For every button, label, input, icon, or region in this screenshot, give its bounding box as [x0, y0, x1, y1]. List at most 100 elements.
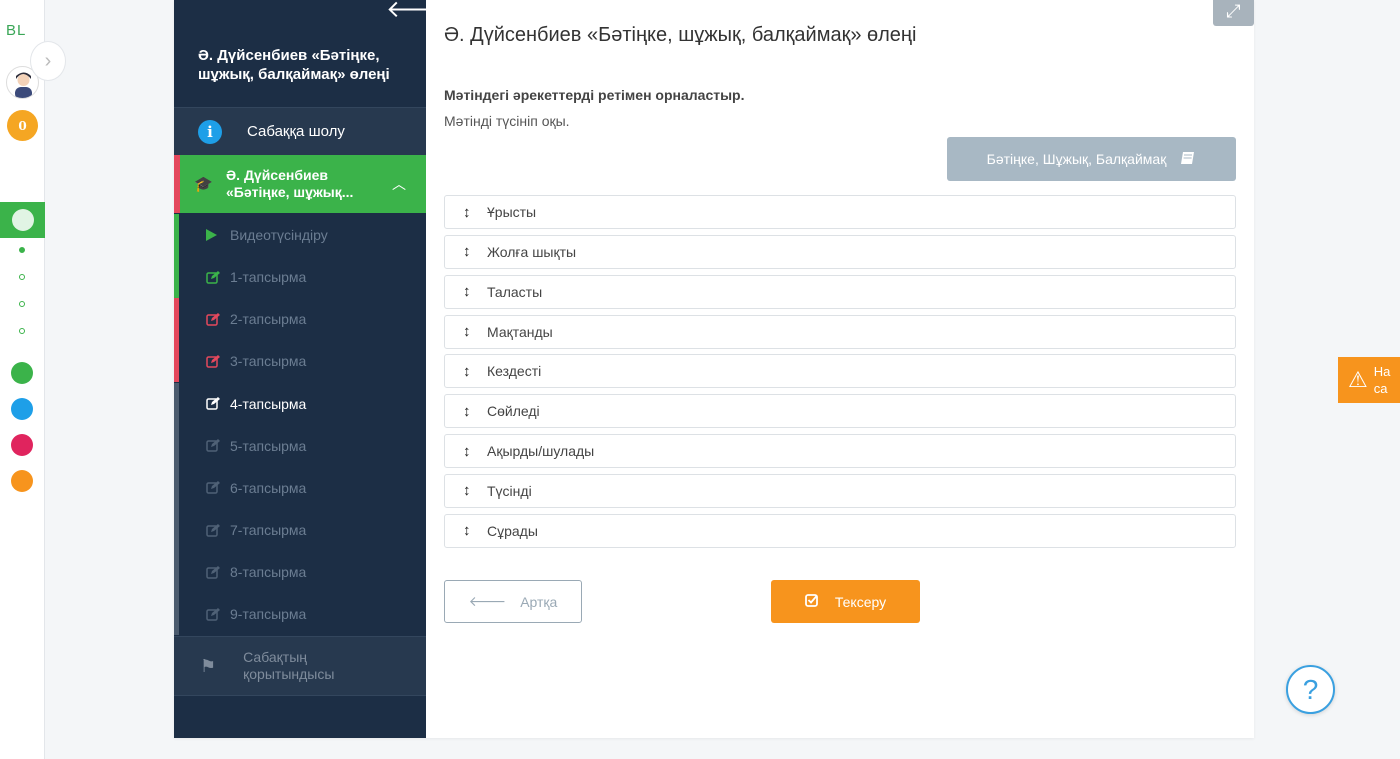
list-item[interactable]: ↕ Сұрады — [444, 513, 1236, 548]
list-item[interactable]: ↕ Ақырды/шулады — [444, 434, 1236, 469]
status-bar — [174, 382, 179, 425]
sidebar-item-label: 7-тапсырма — [230, 522, 307, 539]
sidebar-item-task[interactable]: Видеотүсіндіру — [174, 214, 426, 256]
sidebar-item-task[interactable]: 5-тапсырма — [174, 424, 426, 467]
app-twig-icon[interactable] — [11, 434, 33, 456]
report-problem-button[interactable]: ⚠ На са — [1338, 357, 1400, 403]
edit-icon — [206, 397, 222, 410]
list-item-text: Түсінді — [487, 482, 532, 499]
sortable-list: ↕ Ұрысты ↕ Жолға шықты ↕ Таласты ↕ Мақтанды ↕ Кез… — [444, 195, 1236, 554]
list-item-text: Ақырды/шулады — [487, 443, 595, 460]
sidebar-item-label: Сабаққа шолу — [247, 123, 345, 140]
graduation-cap-icon: 🎓 — [194, 176, 213, 193]
edit-icon — [206, 312, 222, 326]
status-bar — [174, 298, 179, 341]
task-instruction: Мәтіндегі әрекеттерді ретімен орналастыр… — [444, 87, 745, 103]
sidebar-item-task[interactable]: 7-тапсырма — [174, 509, 426, 552]
sidebar-item-label: 5-тапсырма — [230, 437, 307, 454]
drag-handle-icon[interactable]: ↕ — [463, 482, 477, 499]
list-item[interactable]: ↕ Мақтанды — [444, 314, 1236, 349]
page-title: Ә. Дүйсенбиев «Бәтіңке, шұжық, балқаймақ… — [444, 24, 917, 46]
status-bar — [174, 509, 179, 552]
list-item[interactable]: ↕ Жолға шықты — [444, 234, 1236, 269]
list-item[interactable]: ↕ Кездесті — [444, 354, 1236, 389]
sidebar-item-label: Видеотүсіндіру — [230, 227, 328, 243]
drag-handle-icon[interactable]: ↕ — [463, 443, 477, 460]
sidebar-item-label: 4-тапсырма — [230, 395, 307, 412]
task-sub-instruction: Мәтінді түсініп оқы. — [444, 113, 570, 129]
sidebar-item-active-lesson[interactable]: 🎓 Ә. Дүйсенбиев «Бәтіңке, шұжық... ︿ — [174, 155, 426, 213]
edit-icon — [206, 523, 222, 537]
sidebar-item-task[interactable]: 3-тапсырма — [174, 340, 426, 383]
progress-dot[interactable] — [19, 274, 25, 280]
back-button[interactable]: 🡐 Артқа — [444, 580, 582, 623]
sidebar-item-label: 6-тапсырма — [230, 479, 307, 496]
list-item-text: Сұрады — [487, 522, 538, 539]
sidebar-item-task[interactable]: 6-тапсырма — [174, 466, 426, 509]
open-text-label: Бәтіңке, Шұжық, Балқаймақ — [986, 151, 1167, 167]
edit-icon — [206, 565, 222, 579]
list-item-text: Сөйледі — [487, 403, 540, 420]
sidebar-item-label: Ә. Дүйсенбиев «Бәтіңке, шұжық... — [226, 167, 354, 200]
status-bar — [174, 340, 179, 383]
progress-dot[interactable] — [19, 328, 25, 334]
drag-handle-icon[interactable]: ↕ — [463, 403, 477, 420]
chevron-right-icon: › — [44, 49, 52, 72]
status-bar — [174, 214, 179, 256]
drag-handle-icon[interactable]: ↕ — [463, 204, 477, 221]
edit-icon — [206, 270, 222, 284]
open-text-button[interactable]: Бәтіңке, Шұжық, Балқаймақ — [947, 137, 1236, 181]
drag-handle-icon[interactable]: ↕ — [463, 522, 477, 539]
list-item[interactable]: ↕ Түсінді — [444, 473, 1236, 508]
lesson-card: 🡐 Ә. Дүйсенбиев «Бәтіңке, шұжық, балқайм… — [174, 0, 1254, 738]
sidebar-item-label: 2-тапсырма — [230, 311, 307, 328]
chevron-up-icon: ︿ — [392, 176, 406, 192]
current-course-icon[interactable] — [0, 202, 45, 238]
app-bilim-land-icon[interactable] — [11, 362, 33, 384]
status-bar — [174, 466, 179, 509]
warning-icon: ⚠ — [1348, 367, 1368, 392]
left-rail: BL 0 — [0, 0, 45, 759]
progress-dot[interactable] — [19, 301, 25, 307]
list-item[interactable]: ↕ Ұрысты — [444, 195, 1236, 229]
status-bar — [174, 593, 179, 636]
drag-handle-icon[interactable]: ↕ — [463, 283, 477, 300]
sidebar-item-task[interactable]: 9-тапсырма — [174, 593, 426, 636]
sidebar-item-task[interactable]: 4-тапсырма — [174, 382, 426, 425]
bl-logo[interactable]: BL — [6, 22, 39, 39]
drag-handle-icon[interactable]: ↕ — [463, 363, 477, 380]
edit-icon — [206, 607, 222, 621]
drag-handle-icon[interactable]: ↕ — [463, 243, 477, 260]
expand-rail-button[interactable]: › — [30, 41, 66, 81]
fullscreen-button[interactable]: ⤢ — [1213, 0, 1254, 26]
coin-counter: 0 — [7, 110, 38, 141]
check-button[interactable]: Тексеру — [771, 580, 920, 623]
sidebar-item-task[interactable]: 1-тапсырма — [174, 256, 426, 299]
sidebar-item-label: 3-тапсырма — [230, 353, 307, 370]
report-problem-label: На са — [1373, 364, 1391, 396]
sidebar-item-task[interactable]: 8-тапсырма — [174, 551, 426, 594]
info-icon: i — [198, 119, 222, 144]
drag-handle-icon[interactable]: ↕ — [463, 323, 477, 340]
list-item-text: Мақтанды — [487, 323, 553, 340]
play-icon — [206, 229, 222, 241]
app-itest-icon[interactable] — [11, 398, 33, 420]
help-button[interactable]: ? — [1286, 665, 1335, 714]
progress-dot[interactable] — [19, 247, 25, 253]
back-arrow-icon[interactable]: 🡐 — [386, 0, 450, 24]
sidebar-item-summary[interactable]: ⚑ Сабақтың қорытындысы — [174, 636, 426, 696]
back-button-label: Артқа — [520, 593, 558, 610]
checkbox-icon — [804, 593, 819, 610]
app-imektep-icon[interactable] — [11, 470, 33, 492]
sidebar-item-task[interactable]: 2-тапсырма — [174, 298, 426, 341]
edit-icon — [206, 481, 222, 495]
list-item-text: Таласты — [487, 283, 543, 300]
sidebar-item-label: 9-тапсырма — [230, 606, 307, 623]
list-item-text: Кездесті — [487, 363, 542, 380]
list-item[interactable]: ↕ Сөйледі — [444, 394, 1236, 429]
sidebar-item-overview[interactable]: i Сабаққа шолу — [174, 107, 426, 155]
list-item-text: Ұрысты — [487, 204, 537, 220]
list-item[interactable]: ↕ Таласты — [444, 274, 1236, 309]
list-item-text: Жолға шықты — [487, 243, 577, 260]
sidebar-item-label: 8-тапсырма — [230, 564, 307, 581]
